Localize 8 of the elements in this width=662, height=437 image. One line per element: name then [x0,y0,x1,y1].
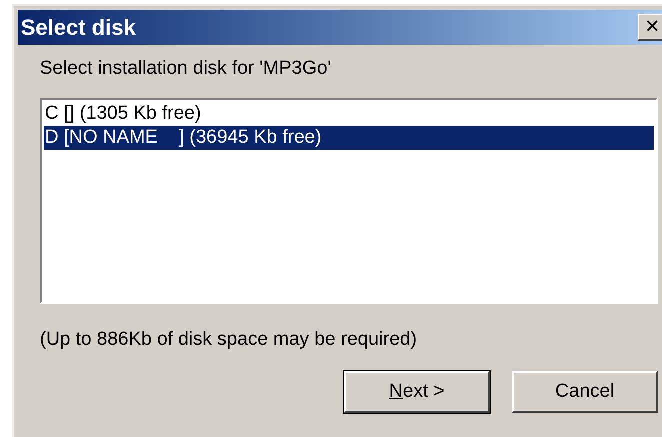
prompt-text: Select installation disk for 'MP3Go' [40,57,332,81]
disk-space-note: (Up to 886Kb of disk space may be required) [40,328,418,352]
window-title: Select disk [21,14,136,42]
dialog-button[interactable]: Next > [344,371,490,413]
disk-item[interactable]: D [NO NAME ] (36945 Kb free) [44,126,654,150]
dialog-button[interactable]: Cancel [512,371,658,413]
close-button[interactable]: × [638,14,662,41]
disk-item[interactable]: C [] (1305 Kb free) [44,102,654,126]
